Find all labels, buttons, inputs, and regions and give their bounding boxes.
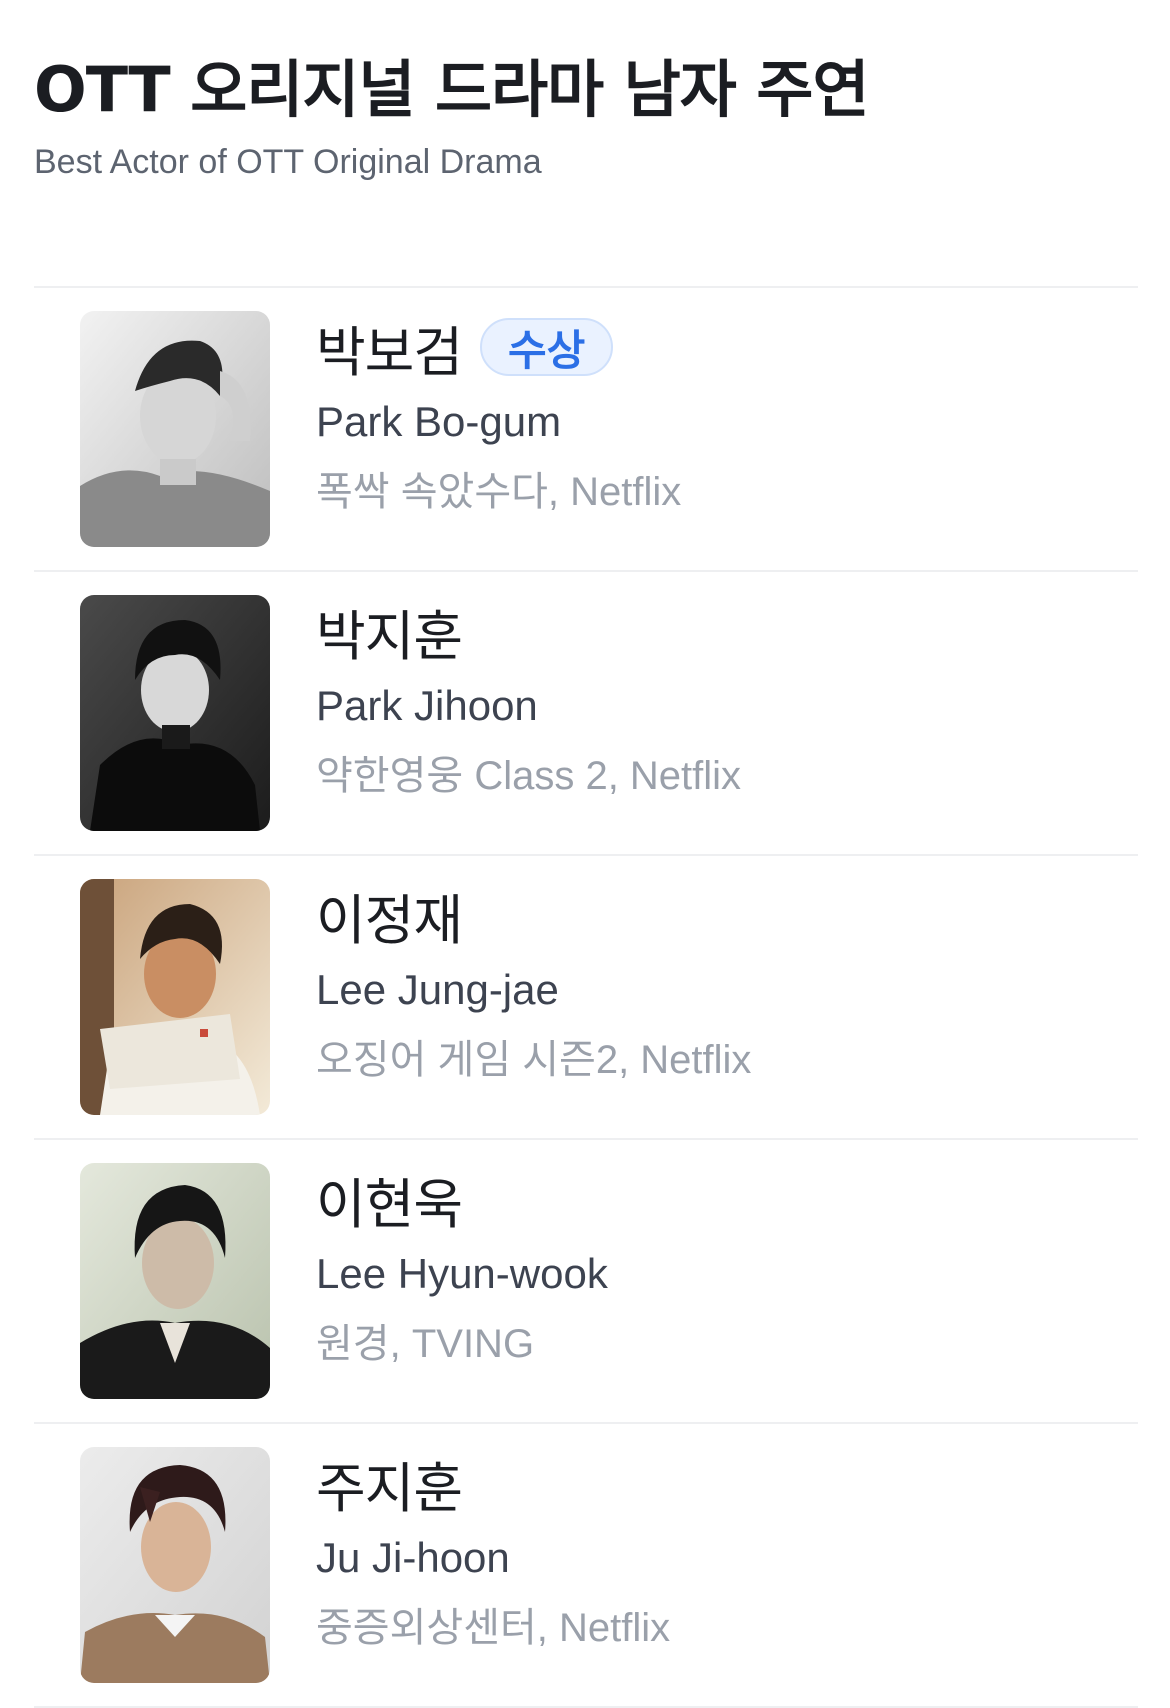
- name-line: 박지훈: [316, 590, 1116, 672]
- name-line: 이정재: [316, 874, 1116, 956]
- nominee-info: 박지훈 Park Jihoon 약한영웅 Class 2, Netflix: [316, 590, 1116, 804]
- nominee-list: 박보검 수상 Park Bo-gum 폭싹 속았수다, Netflix 박지훈 …: [34, 286, 1138, 1708]
- nominee-name-en: Park Bo-gum: [316, 398, 562, 445]
- nominee-name-en: Park Jihoon: [316, 682, 538, 729]
- nominee-name-ko: 이현욱: [316, 1172, 463, 1236]
- nominee-name-en: Ju Ji-hoon: [316, 1534, 510, 1581]
- actor-photo[interactable]: [80, 1447, 270, 1683]
- nominee-work: 폭싹 속았수다, Netflix: [316, 470, 682, 514]
- actor-photo[interactable]: [80, 595, 270, 831]
- winner-badge: 수상: [480, 318, 614, 376]
- nominee-row[interactable]: 이정재 Lee Jung-jae 오징어 게임 시즌2, Netflix: [34, 856, 1138, 1140]
- nominee-work: 원경, TVING: [316, 1322, 535, 1366]
- page-subtitle: Best Actor of OTT Original Drama: [34, 143, 542, 181]
- actor-photo-image: [80, 879, 270, 1115]
- nominee-info: 주지훈 Ju Ji-hoon 중증외상센터, Netflix: [316, 1442, 1116, 1656]
- name-line: 이현욱: [316, 1158, 1116, 1240]
- nominee-info: 이정재 Lee Jung-jae 오징어 게임 시즌2, Netflix: [316, 874, 1116, 1088]
- nominee-row[interactable]: 이현욱 Lee Hyun-wook 원경, TVING: [34, 1140, 1138, 1424]
- actor-photo-image: [80, 1447, 270, 1683]
- actor-photo[interactable]: [80, 1163, 270, 1399]
- actor-photo-image: [80, 311, 270, 547]
- actor-photo-image: [80, 1163, 270, 1399]
- nominee-name-en: Lee Hyun-wook: [316, 1250, 608, 1297]
- nominee-name-ko: 박보검: [316, 320, 463, 384]
- nominee-info: 박보검 수상 Park Bo-gum 폭싹 속았수다, Netflix: [316, 306, 1116, 520]
- nominee-name-en: Lee Jung-jae: [316, 966, 559, 1013]
- nominee-name-ko: 주지훈: [316, 1456, 463, 1520]
- actor-photo-image: [80, 595, 270, 831]
- nominee-row[interactable]: 주지훈 Ju Ji-hoon 중증외상센터, Netflix: [34, 1424, 1138, 1708]
- nominee-name-ko: 박지훈: [316, 604, 463, 668]
- actor-photo[interactable]: [80, 311, 270, 547]
- nominee-info: 이현욱 Lee Hyun-wook 원경, TVING: [316, 1158, 1116, 1372]
- page-header: OTT 오리지널 드라마 남자 주연 Best Actor of OTT Ori…: [34, 50, 1134, 182]
- nominee-name-ko: 이정재: [316, 888, 463, 952]
- nominee-work: 약한영웅 Class 2, Netflix: [316, 754, 742, 798]
- nominee-row[interactable]: 박지훈 Park Jihoon 약한영웅 Class 2, Netflix: [34, 572, 1138, 856]
- page-title: OTT 오리지널 드라마 남자 주연: [34, 53, 870, 126]
- name-line: 주지훈: [316, 1442, 1116, 1524]
- nominee-work: 오징어 게임 시즌2, Netflix: [316, 1038, 752, 1082]
- actor-photo[interactable]: [80, 879, 270, 1115]
- name-line: 박보검 수상: [316, 306, 1116, 388]
- nominee-row[interactable]: 박보검 수상 Park Bo-gum 폭싹 속았수다, Netflix: [34, 288, 1138, 572]
- nominee-work: 중증외상센터, Netflix: [316, 1606, 671, 1650]
